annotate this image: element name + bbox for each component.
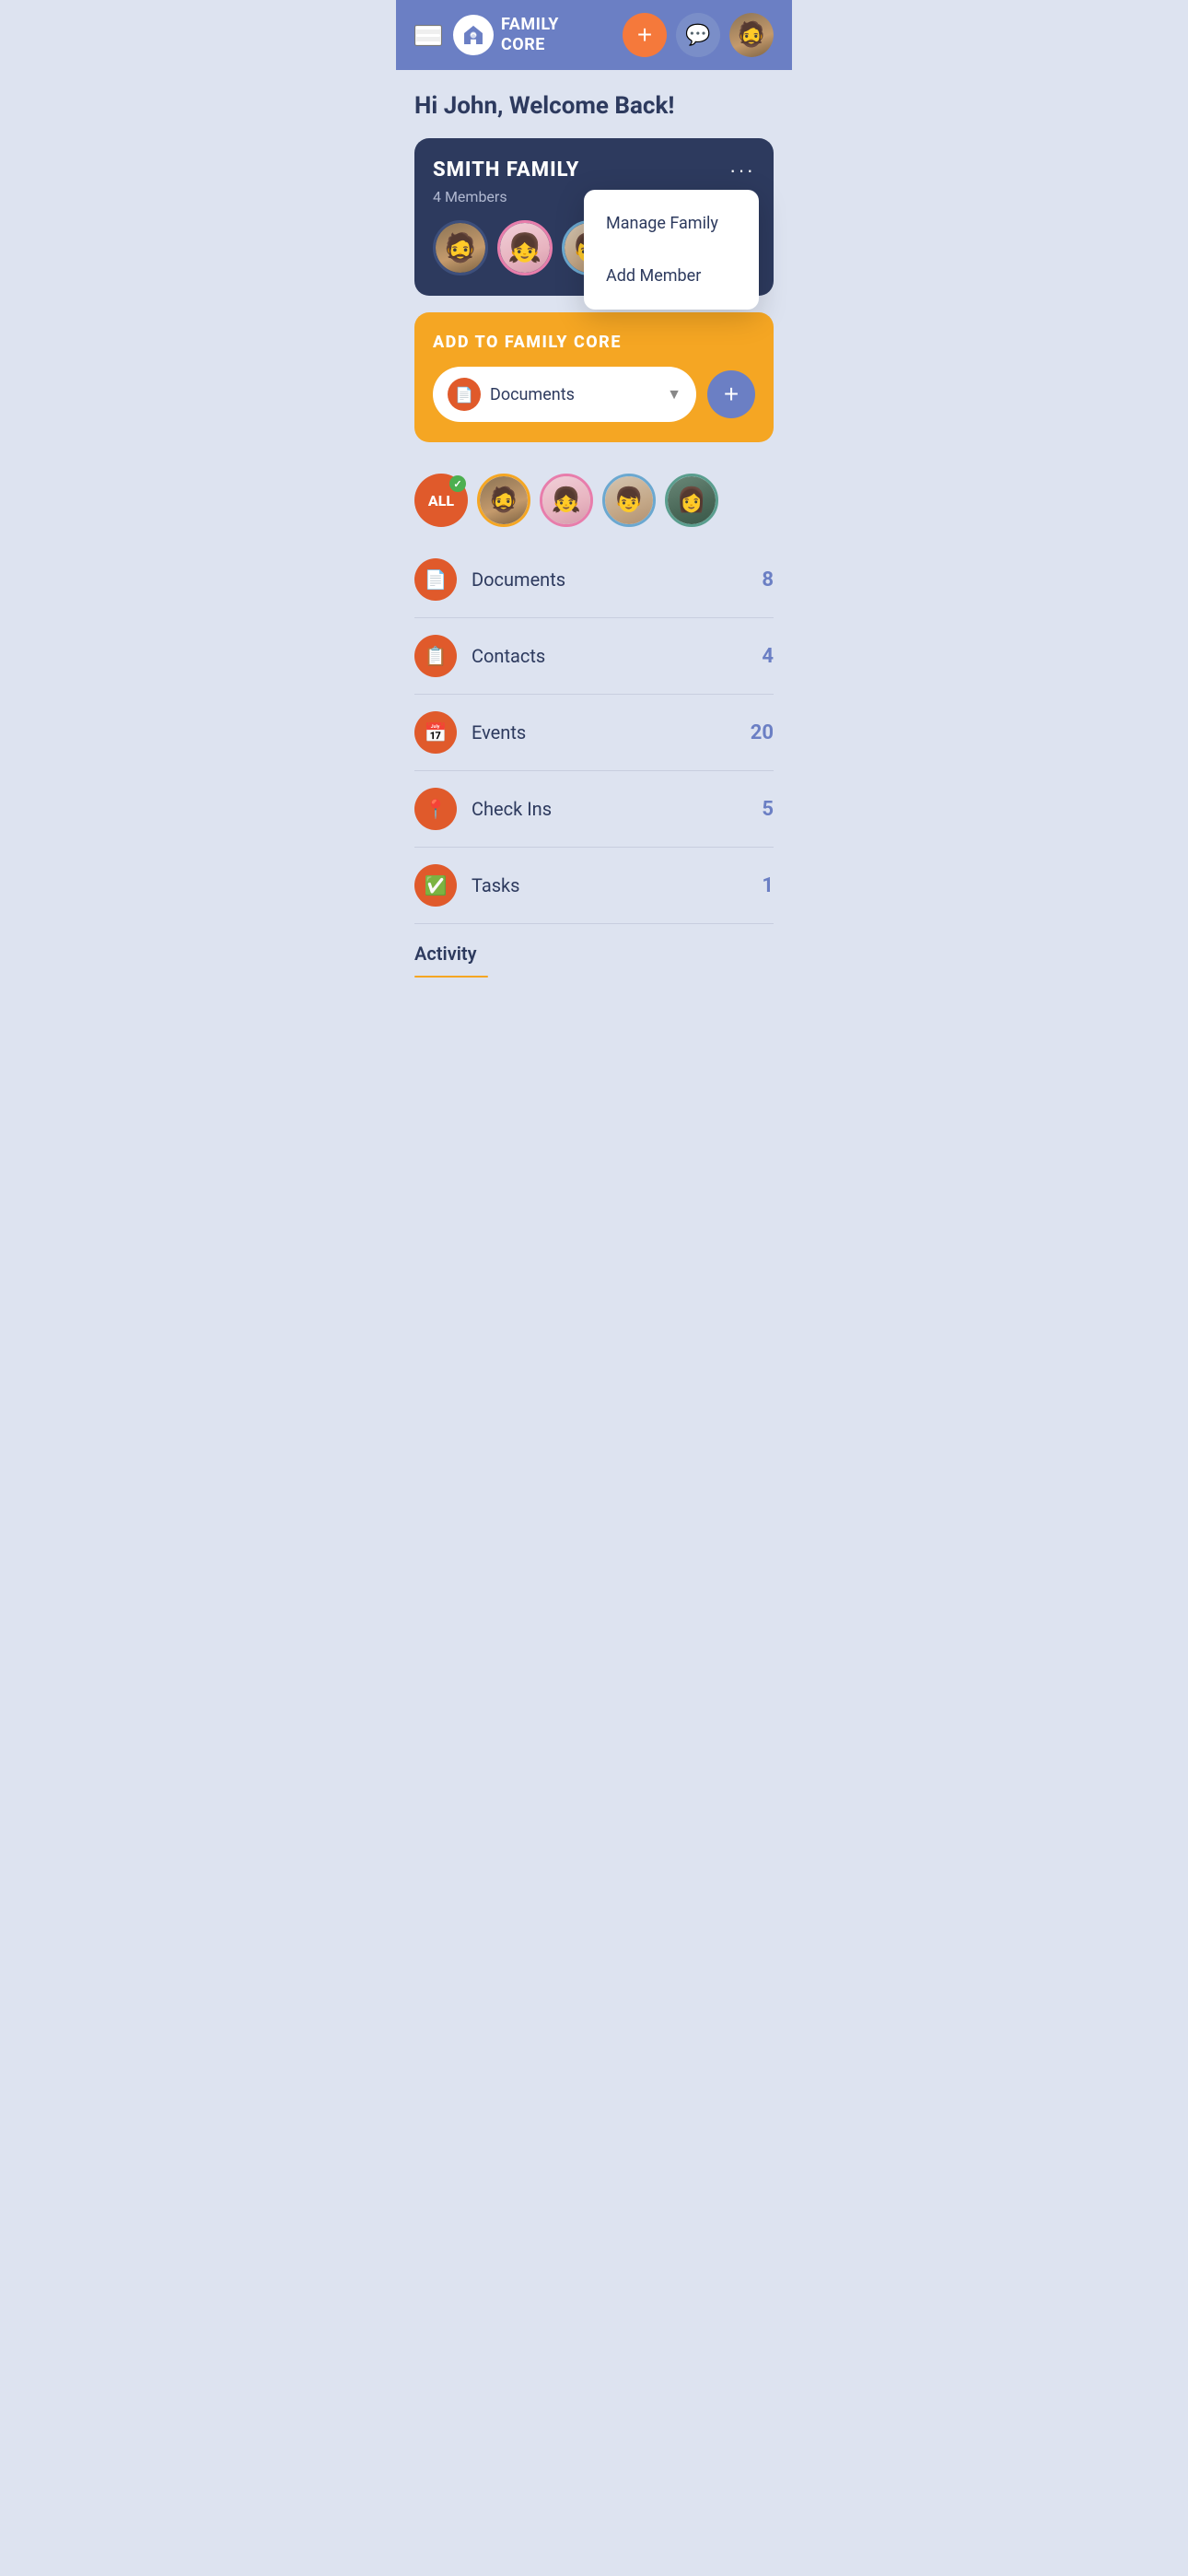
add-member-option[interactable]: Add Member xyxy=(584,250,759,302)
category-item-documents[interactable]: 📄 Documents 8 xyxy=(414,542,774,618)
filter-member-4[interactable]: 👩 xyxy=(665,474,718,527)
checkins-icon-wrap: 📍 xyxy=(414,788,457,830)
filter-avatar-1-face: 🧔 xyxy=(480,476,528,524)
add-to-family-card: ADD TO FAMILY CORE 📄 Documents ▼ + xyxy=(414,312,774,442)
filter-member-1[interactable]: 🧔 xyxy=(477,474,530,527)
manage-family-option[interactable]: Manage Family xyxy=(584,197,759,250)
add-family-row: 📄 Documents ▼ + xyxy=(433,367,755,422)
contacts-icon-wrap: 📋 xyxy=(414,635,457,677)
header-right: + 💬 🧔 xyxy=(623,13,774,57)
documents-icon: 📄 xyxy=(425,568,448,591)
avatar-emoji: 🧔 xyxy=(737,21,766,49)
more-options-button[interactable]: ··· xyxy=(729,158,755,182)
filter-avatar-2-face: 👧 xyxy=(542,476,590,524)
activity-title: Activity xyxy=(414,943,774,965)
tasks-icon: ✅ xyxy=(425,874,448,896)
add-plus-icon: + xyxy=(724,380,739,409)
document-type-select[interactable]: 📄 Documents ▼ xyxy=(433,367,696,422)
logo-family: FAMILY xyxy=(501,15,559,35)
filter-avatars-row: ALL ✓ 🧔 👧 👦 👩 xyxy=(396,464,792,542)
hamburger-line-3 xyxy=(416,41,440,44)
header-left: FAMILY CORE xyxy=(414,15,559,55)
documents-label: Documents xyxy=(472,568,747,591)
filter-member-2[interactable]: 👧 xyxy=(540,474,593,527)
user-avatar-image: 🧔 xyxy=(729,13,774,57)
family-card: SMITH FAMILY ··· 4 Members 🧔 👧 👦 xyxy=(414,138,774,296)
global-add-button[interactable]: + xyxy=(623,13,667,57)
filter-member-3[interactable]: 👦 xyxy=(602,474,656,527)
welcome-heading: Hi John, Welcome Back! xyxy=(414,92,774,120)
tasks-label: Tasks xyxy=(472,874,747,896)
user-avatar-button[interactable]: 🧔 xyxy=(729,13,774,57)
activity-underline xyxy=(414,976,488,978)
member-1-face: 🧔 xyxy=(436,223,485,273)
filter-avatar-4-face: 👩 xyxy=(668,476,716,524)
documents-count: 8 xyxy=(762,568,774,591)
events-label: Events xyxy=(472,721,736,744)
events-icon: 📅 xyxy=(425,721,448,744)
select-label: Documents xyxy=(490,385,658,404)
chat-button[interactable]: 💬 xyxy=(676,13,720,57)
documents-icon-wrap: 📄 xyxy=(414,558,457,601)
filter-all-button[interactable]: ALL ✓ xyxy=(414,474,468,527)
plus-icon: + xyxy=(637,20,652,50)
document-icon: 📄 xyxy=(455,386,473,404)
family-member-avatar-2[interactable]: 👧 xyxy=(497,220,553,275)
checkins-icon: 📍 xyxy=(425,798,448,820)
member-2-face: 👧 xyxy=(500,223,550,273)
family-dropdown-menu: Manage Family Add Member xyxy=(584,190,759,310)
checkins-count: 5 xyxy=(762,798,774,821)
category-list: 📄 Documents 8 📋 Contacts 4 📅 Events 20 📍… xyxy=(396,542,792,924)
logo-icon xyxy=(453,15,494,55)
family-name: SMITH FAMILY xyxy=(433,158,579,181)
logo-text: FAMILY CORE xyxy=(501,15,559,54)
more-dots-icon: ··· xyxy=(729,158,755,181)
activity-section: Activity xyxy=(396,924,792,978)
chevron-down-icon: ▼ xyxy=(667,385,681,404)
app-header: FAMILY CORE + 💬 🧔 xyxy=(396,0,792,70)
filter-avatar-3-face: 👦 xyxy=(605,476,653,524)
hamburger-line-1 xyxy=(416,27,440,29)
family-card-header: SMITH FAMILY ··· xyxy=(433,158,755,182)
events-icon-wrap: 📅 xyxy=(414,711,457,754)
category-item-tasks[interactable]: ✅ Tasks 1 xyxy=(414,848,774,924)
events-count: 20 xyxy=(751,721,774,744)
family-member-avatar-1[interactable]: 🧔 xyxy=(433,220,488,275)
main-content: Hi John, Welcome Back! SMITH FAMILY ··· … xyxy=(396,70,792,442)
add-family-title: ADD TO FAMILY CORE xyxy=(433,333,755,352)
app-logo: FAMILY CORE xyxy=(453,15,559,55)
contacts-label: Contacts xyxy=(472,645,747,667)
tasks-count: 1 xyxy=(762,874,774,897)
contacts-count: 4 xyxy=(762,645,774,668)
contacts-icon: 📋 xyxy=(425,645,448,667)
logo-core: CORE xyxy=(501,35,559,55)
chat-icon: 💬 xyxy=(685,23,710,47)
hamburger-line-2 xyxy=(416,34,440,37)
document-select-icon: 📄 xyxy=(448,378,481,411)
tasks-icon-wrap: ✅ xyxy=(414,864,457,907)
filter-all-label: ALL xyxy=(428,492,454,509)
checkins-label: Check Ins xyxy=(472,798,747,820)
add-document-button[interactable]: + xyxy=(707,370,755,418)
home-logo-svg xyxy=(461,23,485,47)
category-item-events[interactable]: 📅 Events 20 xyxy=(414,695,774,771)
filter-all-check-icon: ✓ xyxy=(449,475,466,492)
category-item-checkins[interactable]: 📍 Check Ins 5 xyxy=(414,771,774,848)
category-item-contacts[interactable]: 📋 Contacts 4 xyxy=(414,618,774,695)
hamburger-menu-button[interactable] xyxy=(414,25,442,46)
